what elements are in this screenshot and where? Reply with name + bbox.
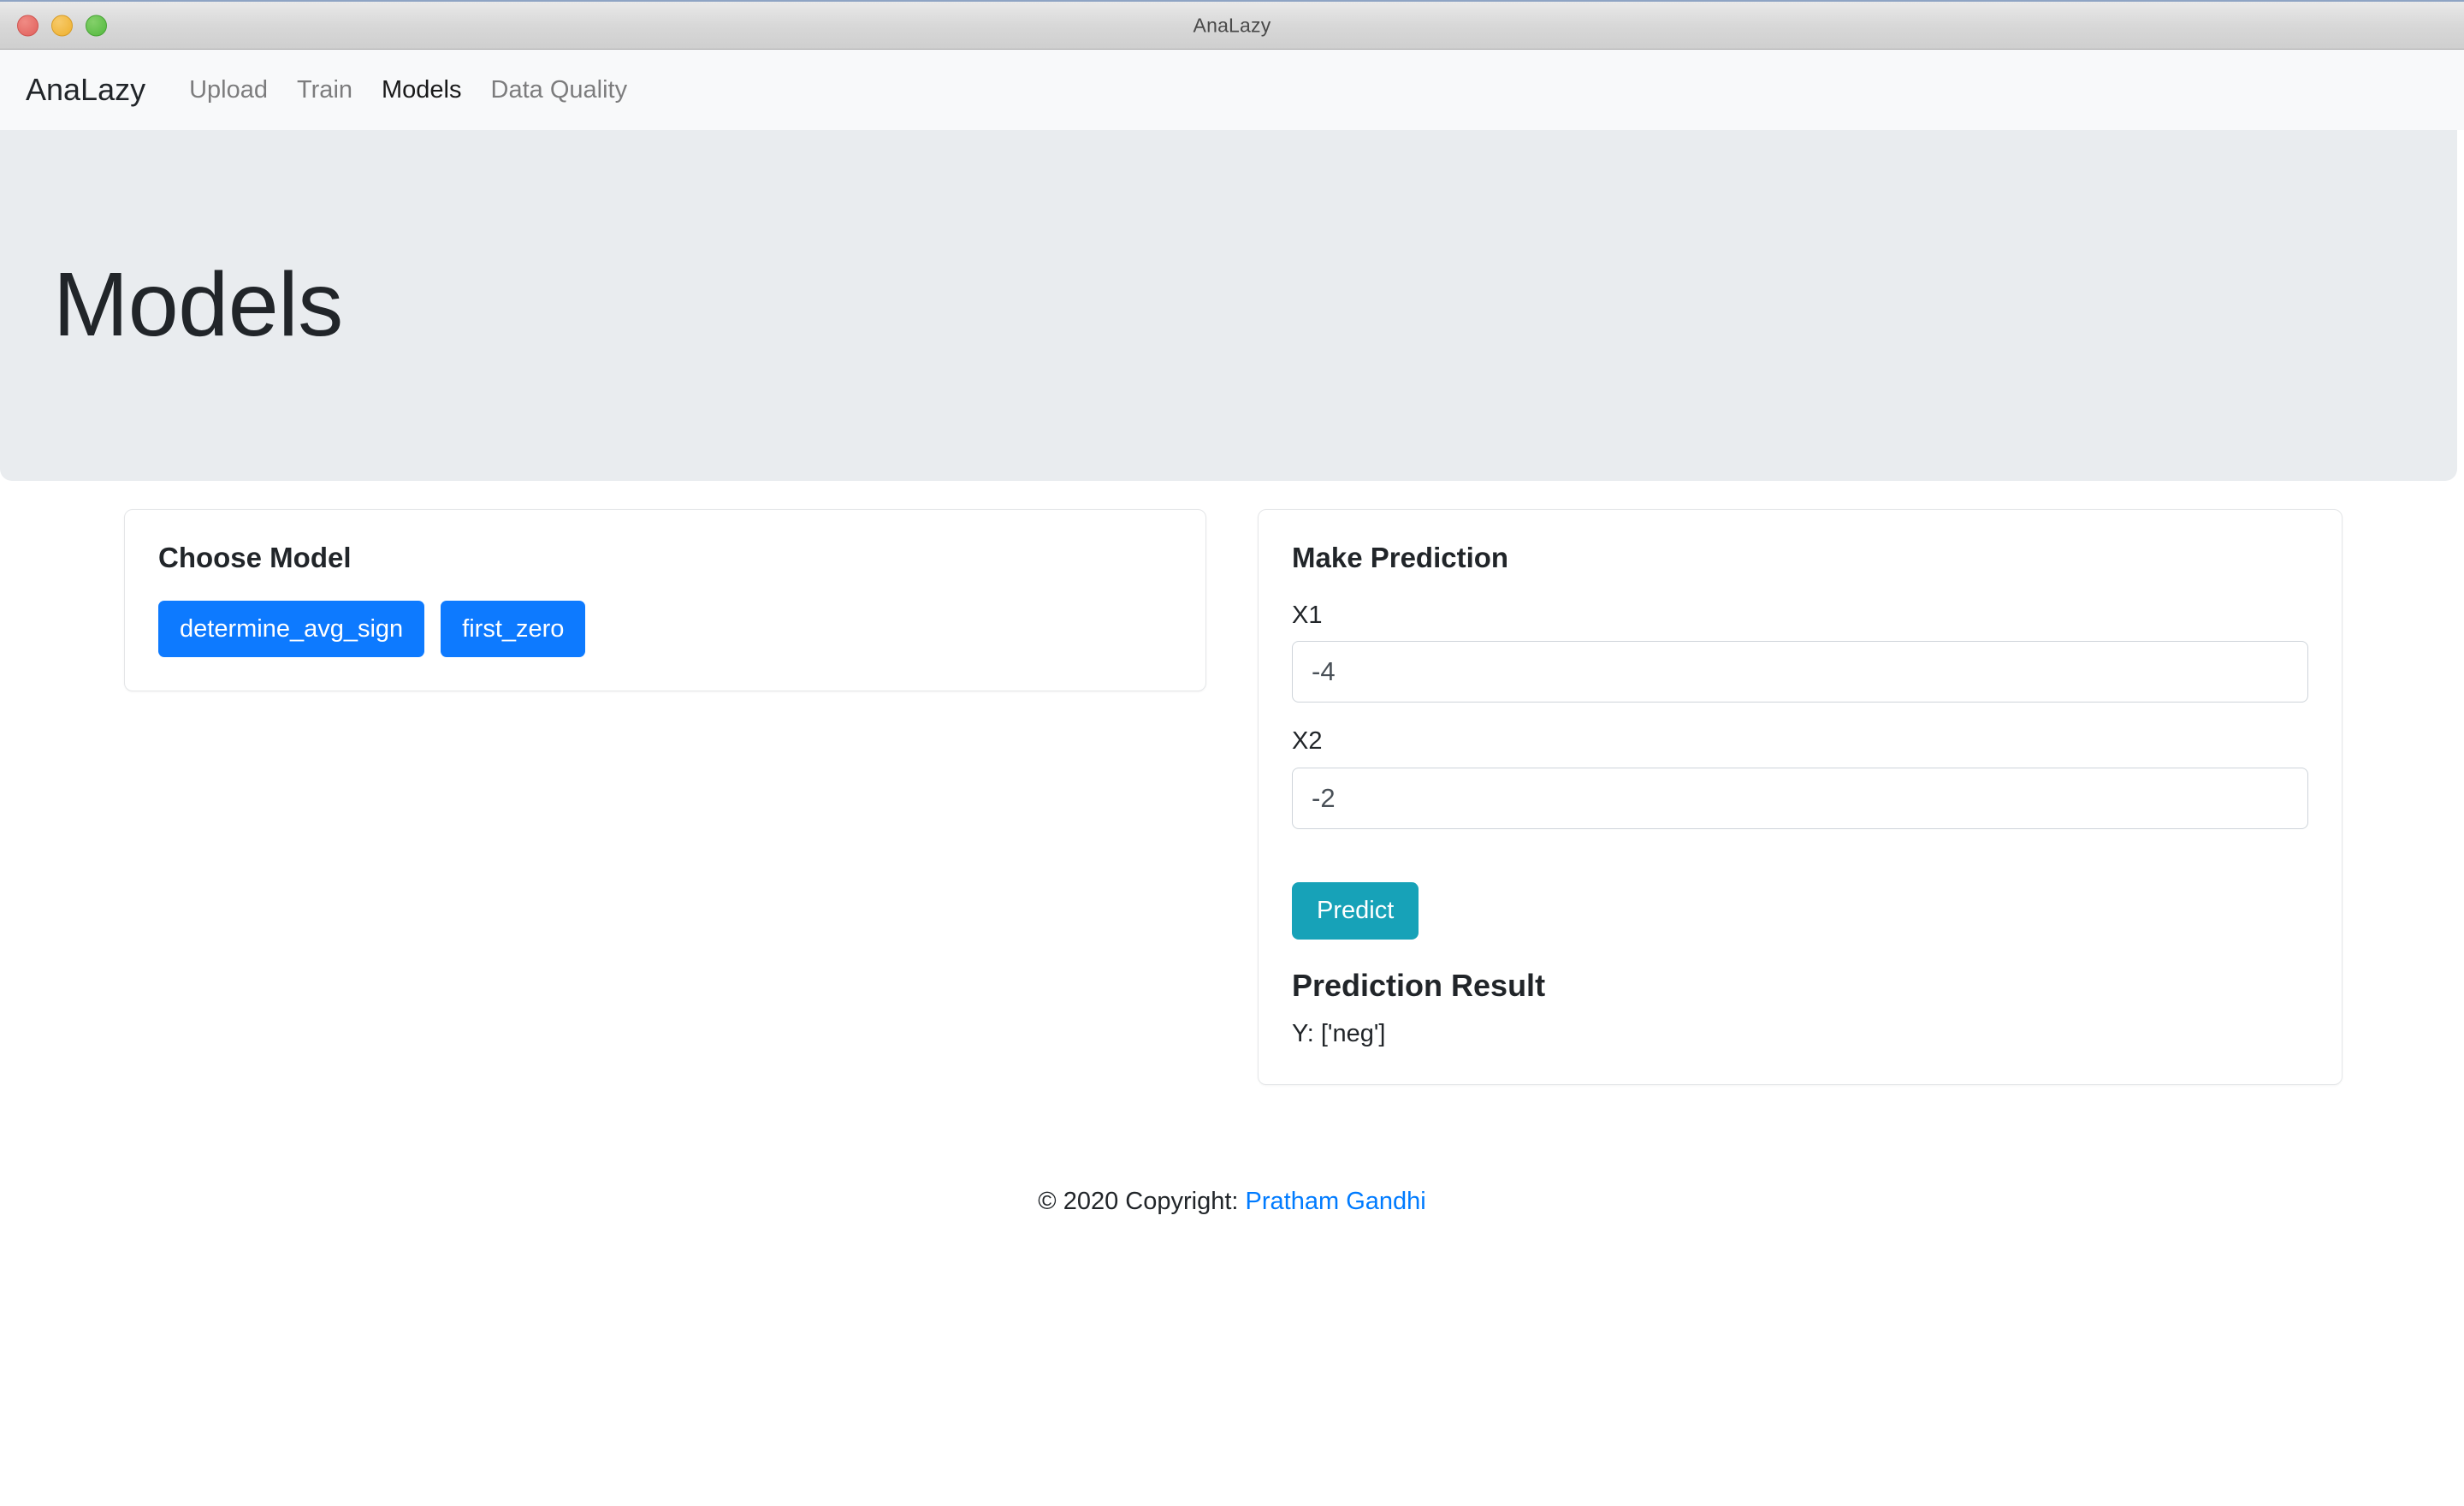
model-button-determine-avg-sign[interactable]: determine_avg_sign [158,601,424,658]
window-title: AnaLazy [0,14,2464,37]
x2-label: X2 [1292,726,2308,756]
x2-input[interactable] [1292,768,2308,829]
make-prediction-heading: Make Prediction [1292,541,2308,575]
prediction-result-heading: Prediction Result [1292,967,2308,1004]
predict-spacer [1292,829,2308,882]
footer-copyright-text: © 2020 Copyright: [1038,1188,1238,1215]
x1-input[interactable] [1292,641,2308,703]
nav-link-upload[interactable]: Upload [175,78,282,103]
x1-label: X1 [1292,601,2308,631]
nav-link-models[interactable]: Models [367,78,477,103]
model-button-group: determine_avg_sign first_zero [158,601,1172,658]
result-spacer [1292,940,2308,967]
x1-form-group: X1 [1292,601,2308,703]
window-title-bar: AnaLazy [0,0,2464,50]
model-button-first-zero[interactable]: first_zero [441,601,585,658]
choose-model-heading: Choose Model [158,541,1172,575]
nav-link-train[interactable]: Train [282,78,367,103]
main-content: Choose Model determine_avg_sign first_ze… [124,481,2343,1085]
page-hero: Models [0,130,2457,481]
form-spacer [1292,703,2308,726]
nav-link-data-quality[interactable]: Data Quality [477,78,643,103]
prediction-result-value: Y: ['neg'] [1292,1018,2308,1051]
page-footer: © 2020 Copyright: Pratham Gandhi [0,1085,2464,1216]
choose-model-card: Choose Model determine_avg_sign first_ze… [124,509,1206,691]
x2-form-group: X2 [1292,726,2308,829]
main-navbar: AnaLazy Upload Train Models Data Quality [0,50,2464,130]
footer-author-link[interactable]: Pratham Gandhi [1246,1188,1426,1215]
predict-button[interactable]: Predict [1292,882,1419,940]
navbar-brand[interactable]: AnaLazy [26,74,145,105]
navbar-links: Upload Train Models Data Quality [175,78,642,103]
make-prediction-card: Make Prediction X1 X2 Predict Prediction… [1258,509,2343,1085]
page-title: Models [53,258,343,353]
